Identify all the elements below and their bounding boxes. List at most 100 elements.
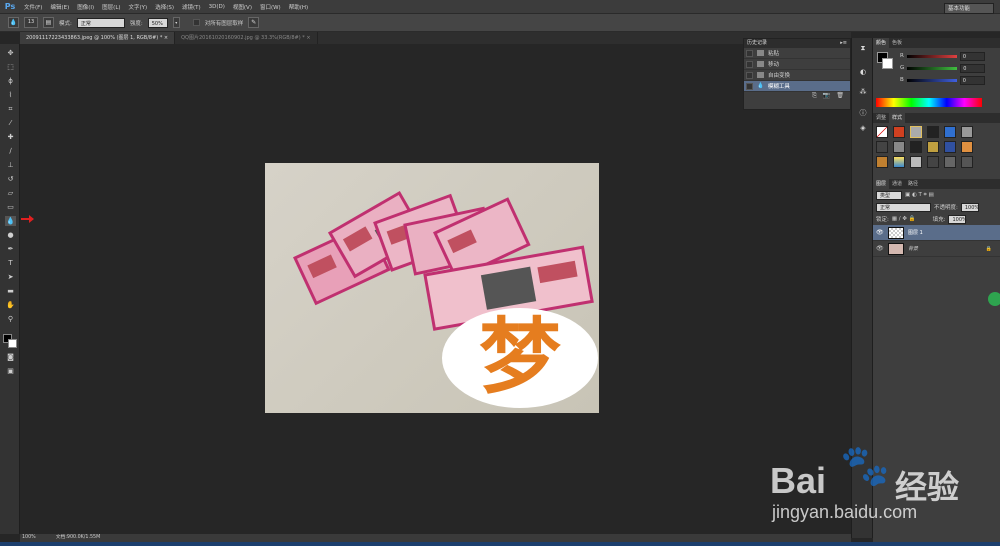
history-item[interactable]: 自由变换 [744, 70, 850, 81]
menu-image[interactable]: 图像(I) [73, 3, 98, 11]
menu-file[interactable]: 文件(F) [20, 3, 46, 11]
mode-select[interactable]: 正常 [76, 17, 125, 28]
menu-help[interactable]: 帮助(H) [285, 3, 312, 11]
history-item[interactable]: 粘贴 [744, 48, 850, 59]
tab-swatches[interactable]: 色板 [889, 38, 905, 48]
eraser-tool-icon[interactable]: ▱ [5, 188, 16, 198]
strength-dropdown-icon[interactable]: ▾ [172, 17, 180, 28]
hand-tool-icon[interactable]: ✋ [5, 300, 16, 310]
sample-all-layers-checkbox[interactable] [192, 19, 200, 26]
layer-row-layer1[interactable]: 👁 图层 1 [873, 225, 1000, 241]
workspace-select[interactable]: 基本功能 [944, 3, 994, 14]
style-swatch[interactable] [876, 126, 888, 138]
dodge-tool-icon[interactable]: ● [5, 230, 16, 240]
menu-view[interactable]: 视图(V) [229, 3, 256, 11]
tab-close-icon[interactable]: × [164, 35, 168, 41]
lock-icons[interactable]: ▦ ∕ ✥ 🔒 [892, 216, 916, 222]
tab-layers[interactable]: 图层 [873, 179, 890, 189]
tab-document-2[interactable]: QQ图片20161020160902.jpg @ 33.3%(RGB/8#) *… [175, 32, 318, 44]
path-select-tool-icon[interactable]: ➤ [5, 272, 16, 282]
style-swatch[interactable] [876, 141, 888, 153]
eyedropper-tool-icon[interactable]: ⁄ [5, 118, 16, 128]
quick-mask-icon[interactable]: ◙ [5, 352, 16, 362]
green-value[interactable]: 0 [960, 63, 986, 73]
filter-icons[interactable]: ▣ ◐ T ⌗ ▤ [905, 192, 934, 199]
style-swatch[interactable] [961, 141, 973, 153]
move-tool-icon[interactable]: ✥ [5, 48, 16, 58]
quick-select-tool-icon[interactable]: ⌇ [5, 90, 16, 100]
style-swatch[interactable] [927, 141, 939, 153]
zoom-tool-icon[interactable]: ⚲ [5, 314, 16, 324]
style-swatch[interactable] [961, 156, 973, 168]
document-info[interactable]: 文档:900.0K/1.55M [56, 534, 101, 542]
red-slider[interactable] [906, 54, 957, 58]
color-spectrum[interactable] [876, 98, 982, 107]
history-panel-icon[interactable]: ⧗ [857, 44, 869, 54]
new-document-from-state-icon[interactable]: ⎘ [812, 92, 817, 103]
brush-tool-icon[interactable]: ∕ [5, 146, 16, 156]
history-brush-tool-icon[interactable]: ↺ [5, 174, 16, 184]
snapshot-icon[interactable]: 📷 [823, 92, 830, 103]
style-swatch[interactable] [944, 126, 956, 138]
blend-mode-select[interactable]: 正常 [876, 202, 931, 212]
visibility-eye-icon[interactable]: 👁 [876, 245, 884, 252]
style-swatch[interactable] [910, 126, 922, 138]
panel-menu-icon[interactable]: ▸≡ [840, 39, 847, 48]
shape-tool-icon[interactable]: ▬ [5, 286, 16, 296]
blue-slider[interactable] [906, 78, 957, 82]
tab-color[interactable]: 颜色 [873, 38, 890, 48]
healing-tool-icon[interactable]: ✚ [5, 132, 16, 142]
menu-window[interactable]: 窗口(W) [256, 3, 285, 11]
menu-select[interactable]: 选择(S) [151, 3, 178, 11]
style-swatch[interactable] [944, 156, 956, 168]
pressure-icon[interactable]: ✎ [248, 17, 260, 28]
tab-close-icon[interactable]: × [306, 35, 310, 41]
style-swatch[interactable] [927, 126, 939, 138]
red-value[interactable]: 0 [959, 51, 985, 61]
menu-filter[interactable]: 滤镜(T) [178, 3, 205, 11]
tab-styles[interactable]: 样式 [889, 113, 906, 123]
blur-tool-icon[interactable]: 💧 [5, 216, 16, 226]
stamp-tool-icon[interactable]: ⊥ [5, 160, 16, 170]
info-panel-icon[interactable]: ⓘ [857, 108, 869, 118]
tab-document-1[interactable]: 20091117223433863.jpeg @ 100% (图层 1, RGB… [20, 32, 176, 44]
opacity-input[interactable]: 100% [960, 202, 979, 212]
brush-presets-icon[interactable]: ⁂ [857, 88, 869, 98]
green-slider[interactable] [907, 66, 958, 70]
style-swatch[interactable] [893, 141, 905, 153]
type-tool-icon[interactable]: T [5, 258, 16, 268]
style-swatch[interactable] [927, 156, 939, 168]
history-item[interactable]: 移动 [744, 59, 850, 70]
background-color-swatch[interactable] [8, 339, 17, 348]
blur-tool-preset-icon[interactable]: 💧 [8, 17, 19, 28]
style-swatch[interactable] [910, 141, 922, 153]
menu-3d[interactable]: 3D(D) [205, 4, 229, 10]
fill-input[interactable]: 100% [948, 214, 967, 224]
style-swatch[interactable] [961, 126, 973, 138]
style-swatch[interactable] [893, 156, 905, 168]
style-swatch[interactable] [876, 156, 888, 168]
pen-tool-icon[interactable]: ✒ [5, 244, 16, 254]
style-swatch[interactable] [944, 141, 956, 153]
3d-panel-icon[interactable]: ◈ [857, 124, 869, 134]
visibility-eye-icon[interactable]: 👁 [876, 229, 884, 236]
tab-channels[interactable]: 通道 [889, 179, 905, 189]
marquee-tool-icon[interactable]: ⬚ [5, 62, 16, 72]
strength-input[interactable]: 50% [147, 17, 168, 28]
tab-adjustments[interactable]: 调整 [873, 113, 889, 123]
crop-tool-icon[interactable]: ⌗ [5, 104, 16, 114]
floating-green-button[interactable] [988, 292, 1000, 306]
brush-panel-toggle-icon[interactable]: ▤ [43, 17, 54, 28]
layer-kind-filter[interactable]: 类型 [876, 190, 902, 200]
brush-size-picker[interactable]: 13 [24, 17, 38, 28]
tab-paths[interactable]: 路径 [905, 179, 921, 189]
menu-layer[interactable]: 图层(L) [98, 3, 124, 11]
gradient-tool-icon[interactable]: ▭ [5, 202, 16, 212]
menu-type[interactable]: 文字(Y) [125, 3, 152, 11]
history-item-selected[interactable]: 💧 模糊工具 [744, 81, 850, 92]
layer-row-background[interactable]: 👁 背景 🔒 [873, 241, 1000, 257]
color-panel-icon[interactable]: ◐ [857, 68, 869, 78]
blue-value[interactable]: 0 [959, 75, 985, 85]
menu-edit[interactable]: 编辑(E) [46, 3, 73, 11]
canvas-image[interactable]: 梦 [265, 163, 599, 413]
